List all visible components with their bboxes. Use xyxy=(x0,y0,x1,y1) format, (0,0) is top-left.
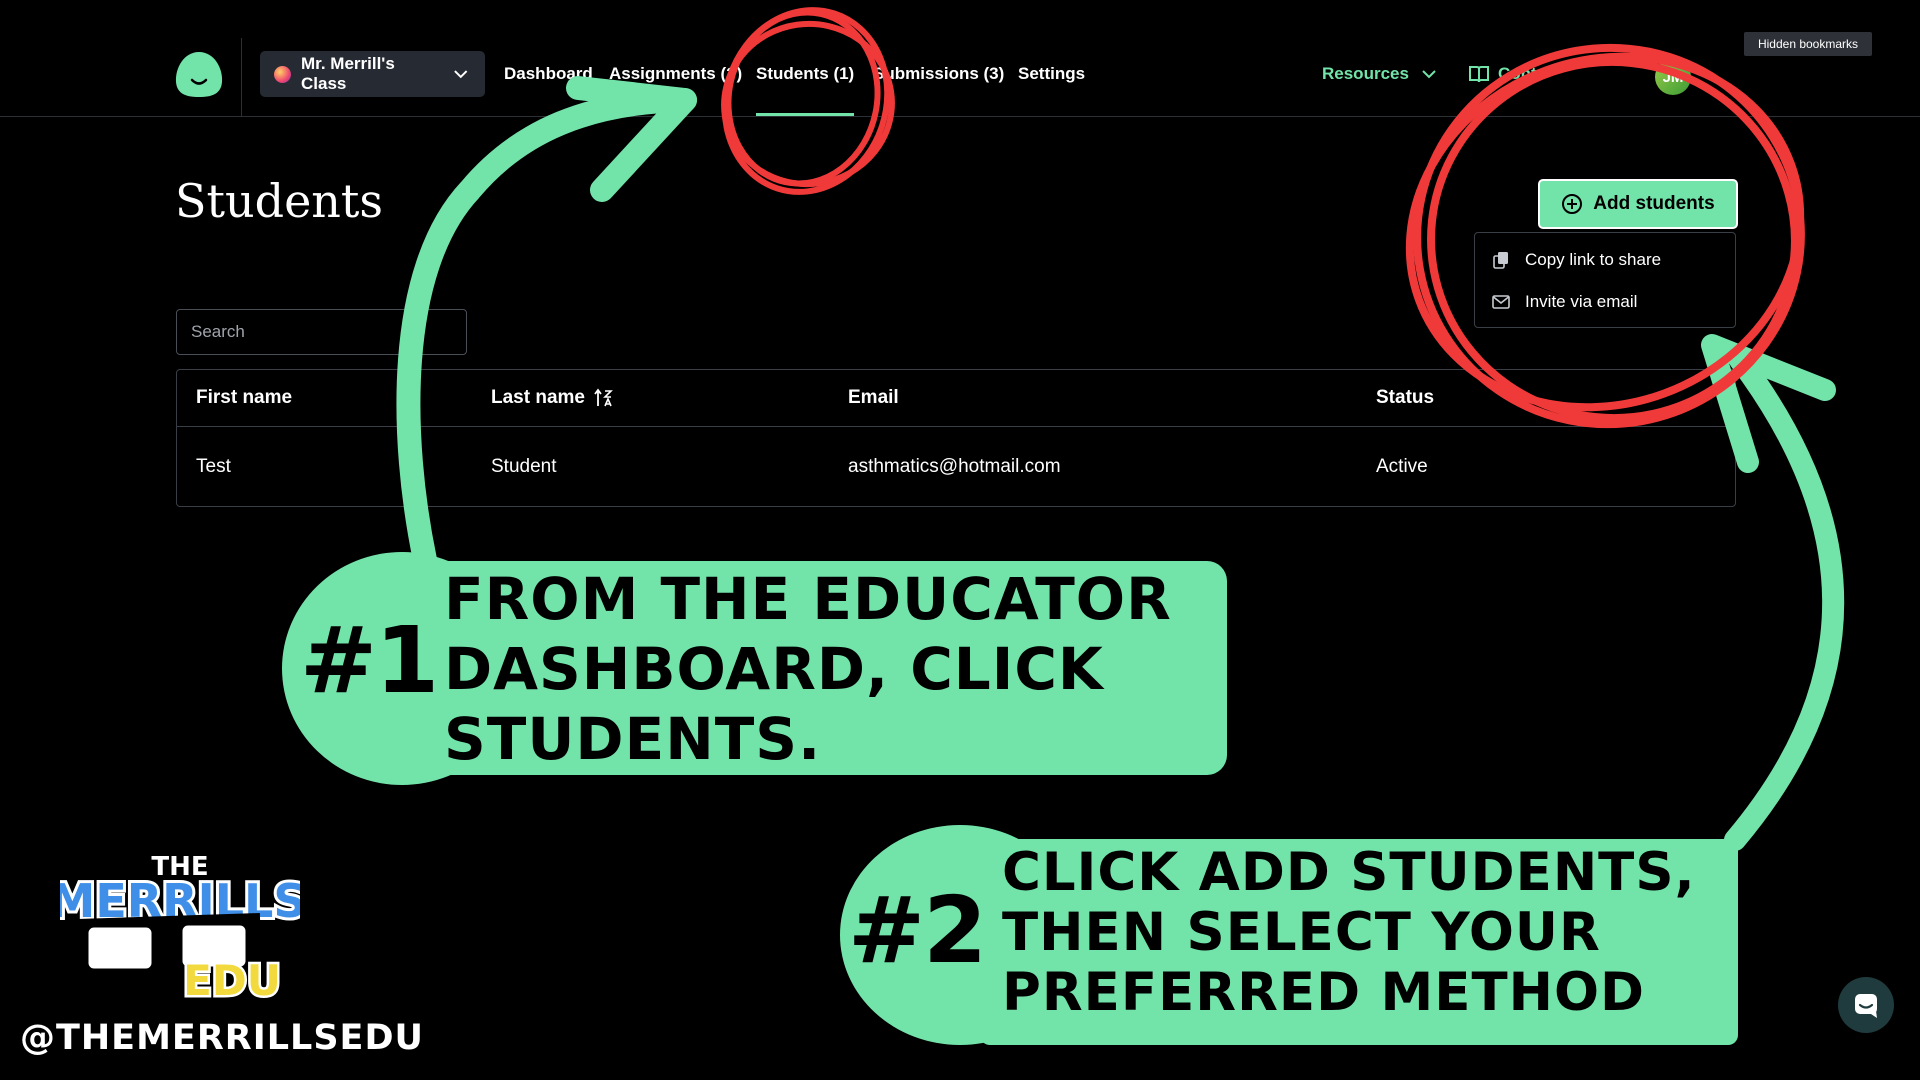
nav-dashboard[interactable]: Dashboard xyxy=(504,51,593,97)
column-header-email[interactable]: Email xyxy=(848,370,899,426)
resources-label: Resources xyxy=(1322,64,1409,83)
mail-icon xyxy=(1492,295,1510,309)
svg-text:EDU: EDU xyxy=(183,956,281,1005)
top-nav-bar: Mr. Merrill's Class Dashboard Assignment… xyxy=(0,0,1920,117)
hidden-bookmarks-tooltip: Hidden bookmarks xyxy=(1744,32,1872,56)
book-icon xyxy=(1469,66,1489,83)
resources-menu[interactable]: Resources xyxy=(1322,51,1439,97)
cell-status: Active xyxy=(1376,455,1428,477)
cell-email: asthmatics@hotmail.com xyxy=(848,455,1061,477)
callout-number: #1 xyxy=(300,607,439,714)
callout-step-1: #1 FROM THE EDUCATOR DASHBOARD, CLICK ST… xyxy=(282,552,1227,785)
table-row[interactable]: Test Student asthmatics@hotmail.com Acti… xyxy=(177,427,1735,506)
menu-item-label: Invite via email xyxy=(1525,292,1638,311)
cell-first-name: Test xyxy=(196,455,231,477)
class-name: Mr. Merrill's Class xyxy=(301,54,395,93)
arrow-to-add-students xyxy=(1724,349,1845,851)
callout-text: CLICK ADD STUDENTS, THEN SELECT YOUR PRE… xyxy=(1002,842,1696,1023)
nav-assignments[interactable]: Assignments (?) xyxy=(609,51,742,97)
callout-step-2: #2 CLICK ADD STUDENTS, THEN SELECT YOUR … xyxy=(840,825,1738,1045)
column-header-last-name[interactable]: Last name xyxy=(491,370,615,426)
class-color-icon xyxy=(274,65,291,83)
column-header-first-name[interactable]: First name xyxy=(196,370,292,426)
column-header-status[interactable]: Status xyxy=(1376,370,1434,426)
search-input[interactable] xyxy=(176,309,467,355)
page-title: Students xyxy=(175,174,384,228)
students-table: First name Last name Email Status Test S… xyxy=(176,369,1736,507)
chevron-down-icon xyxy=(1422,70,1436,79)
add-students-label: Add students xyxy=(1593,193,1715,214)
nav-settings[interactable]: Settings xyxy=(1018,51,1085,97)
chat-icon xyxy=(1855,994,1877,1018)
nav-students[interactable]: Students (1) xyxy=(756,51,855,116)
column-header-label: Last name xyxy=(491,387,585,408)
callout-number: #2 xyxy=(848,877,987,984)
menu-item-invite-email[interactable]: Invite via email xyxy=(1475,281,1735,323)
menu-item-copy-link[interactable]: Copy link to share xyxy=(1475,239,1735,281)
plus-circle-icon xyxy=(1562,194,1583,214)
add-students-menu: Copy link to share Invite via email xyxy=(1474,232,1736,328)
class-selector[interactable]: Mr. Merrill's Class xyxy=(260,51,485,97)
menu-item-label: Copy link to share xyxy=(1525,250,1662,269)
cell-last-name: Student xyxy=(491,455,557,477)
copy-icon xyxy=(1493,252,1508,269)
social-handle: @THEMERRILLSEDU xyxy=(20,1018,424,1058)
contact-link[interactable]: Cont xyxy=(1468,51,1537,97)
sort-ascending-icon xyxy=(594,388,613,407)
nav-submissions[interactable]: Submissions (3) xyxy=(873,51,1004,97)
contact-label: Cont xyxy=(1498,64,1537,83)
table-header: First name Last name Email Status xyxy=(177,370,1735,427)
add-students-button[interactable]: Add students xyxy=(1538,179,1738,229)
chevron-down-icon xyxy=(454,70,468,79)
user-avatar[interactable]: JM xyxy=(1655,59,1691,95)
merrills-edu-logo: THE MERRILLS EDU xyxy=(60,850,300,1006)
nav-divider xyxy=(241,38,242,116)
chat-launcher-button[interactable] xyxy=(1838,977,1894,1033)
callout-text: FROM THE EDUCATOR DASHBOARD, CLICK STUDE… xyxy=(444,565,1172,773)
app-logo-icon[interactable] xyxy=(174,50,224,98)
